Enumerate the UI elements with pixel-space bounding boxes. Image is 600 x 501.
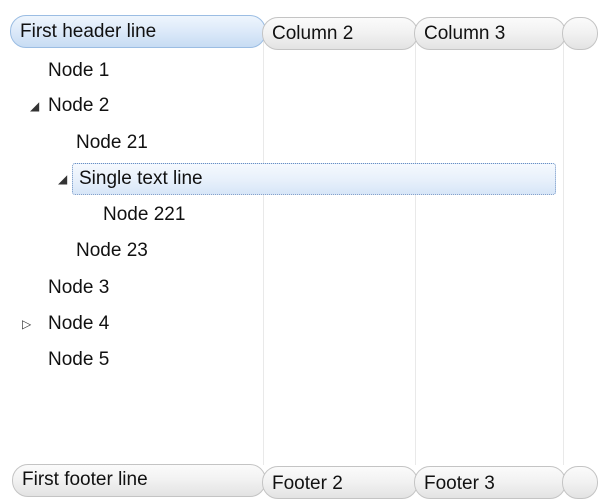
column-header-4[interactable] (562, 17, 598, 50)
column-header-3[interactable]: Column 3 (414, 17, 566, 50)
tree-node-23[interactable]: Node 23 (0, 233, 600, 269)
column-footer-1-label: First footer line (22, 469, 148, 490)
tree-node-2[interactable]: ◢ Node 2 (0, 88, 600, 124)
tree-node-label: Node 5 (48, 349, 110, 370)
column-footer-3-label: Footer 3 (424, 473, 495, 494)
column-footer-1: First footer line (12, 464, 266, 497)
tree-node-221[interactable]: Node 221 (0, 197, 600, 233)
collapse-arrow-icon[interactable]: ▷ (22, 306, 31, 342)
tree-node-selected[interactable]: ◢ Single text line (0, 161, 600, 197)
tree-list-control: First header line Column 2 Column 3 Node… (0, 0, 600, 501)
column-header-3-label: Column 3 (424, 23, 506, 44)
tree-node-1[interactable]: Node 1 (0, 53, 600, 89)
tree-node-21[interactable]: Node 21 (0, 125, 600, 161)
tree-node-label: Node 221 (103, 204, 186, 225)
tree-node-label: Node 4 (48, 313, 110, 334)
column-footer-4 (562, 466, 598, 499)
column-footer-3: Footer 3 (414, 466, 566, 499)
tree-node-4[interactable]: ▷ Node 4 (0, 306, 600, 342)
expand-arrow-icon[interactable]: ◢ (30, 88, 39, 124)
tree-node-5[interactable]: Node 5 (0, 342, 600, 378)
tree-node-label: Node 3 (48, 277, 110, 298)
expand-arrow-icon[interactable]: ◢ (58, 161, 67, 197)
tree-node-3[interactable]: Node 3 (0, 270, 600, 306)
column-header-2[interactable]: Column 2 (262, 17, 418, 50)
tree-node-label: Node 2 (48, 95, 110, 116)
column-header-1[interactable]: First header line (10, 15, 266, 48)
column-header-2-label: Column 2 (272, 23, 354, 44)
tree-node-label: Node 21 (76, 132, 148, 153)
tree-node-label: Node 23 (76, 240, 148, 261)
column-header-1-label: First header line (20, 21, 157, 42)
column-footer-2: Footer 2 (262, 466, 418, 499)
column-footer-2-label: Footer 2 (272, 473, 343, 494)
tree-node-label: Single text line (79, 168, 203, 189)
tree-node-label: Node 1 (48, 60, 110, 81)
